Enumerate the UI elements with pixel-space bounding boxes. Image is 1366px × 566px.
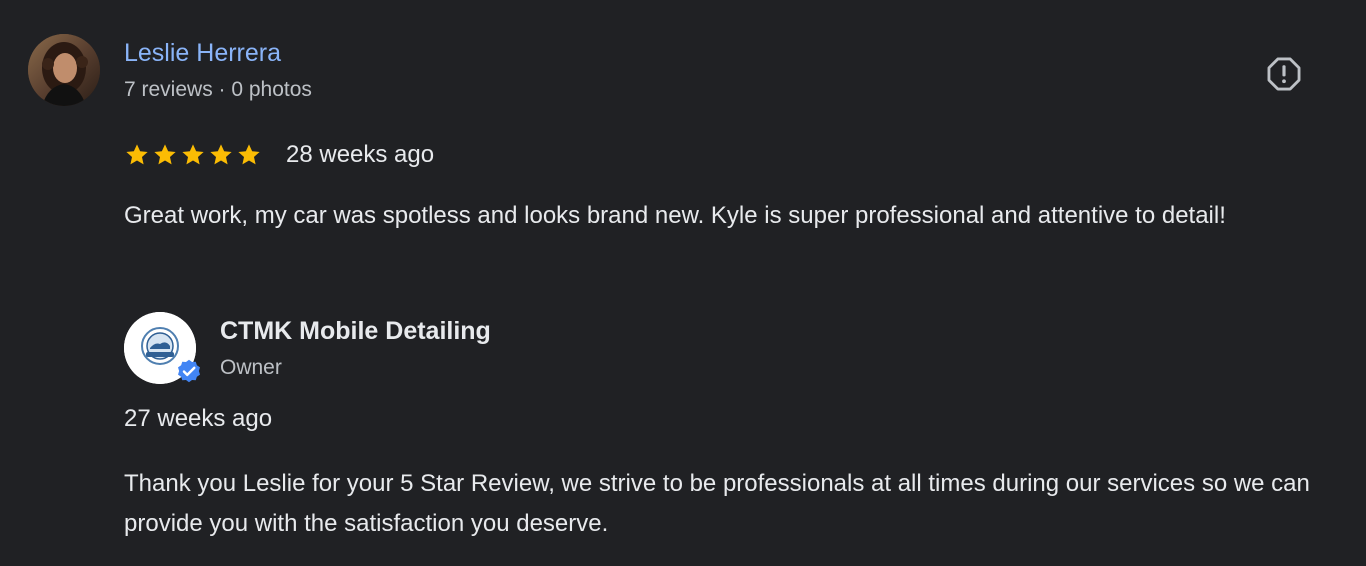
reply-date: 27 weeks ago [124,405,273,432]
review-date: 28 weeks ago [286,141,435,168]
reviewer-avatar[interactable] [28,34,100,106]
owner-role: Owner [220,356,282,379]
report-flag-icon [1267,57,1301,91]
verified-badge-icon [178,359,200,383]
star-icon [126,144,148,165]
star-icon [238,144,260,165]
star-icon [154,144,176,165]
star-rating [124,142,262,168]
star-icon [210,144,232,165]
review-card: Leslie Herrera 7 reviews · 0 photos 28 w… [0,0,1366,566]
reviewer-name[interactable]: Leslie Herrera [124,37,281,69]
reply-text: Thank you Leslie for your 5 Star Review,… [124,470,1310,537]
owner-name[interactable]: CTMK Mobile Detailing [220,315,491,347]
rating-row: 28 weeks ago [124,138,434,172]
review-text: Great work, my car was spotless and look… [124,202,1226,229]
star-icon [182,144,204,165]
report-button[interactable] [1262,52,1306,96]
reviewer-meta: 7 reviews · 0 photos [124,78,312,101]
